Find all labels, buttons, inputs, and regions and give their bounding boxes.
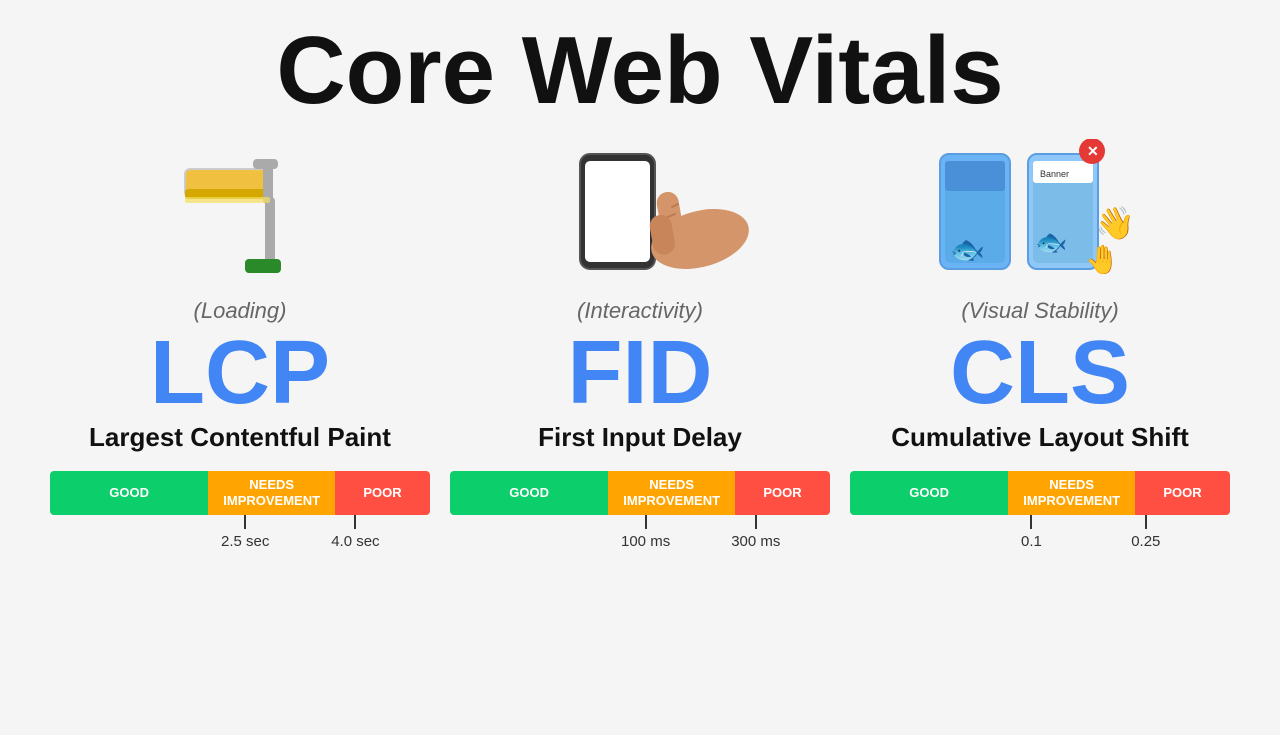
lcp-threshold1: 2.5 sec [221,533,269,550]
lcp-acronym: LCP [150,328,330,418]
cls-tick2: 0.25 [1131,515,1160,550]
lcp-card: (Loading) LCP Largest Contentful Paint G… [50,134,430,735]
lcp-tick1: 2.5 sec [221,515,269,550]
cls-card: 🐟 Banner 🐟 ✕ 👋 🤚 (Visual Stability) CLS … [850,134,1230,735]
svg-text:🤚: 🤚 [1085,243,1120,275]
svg-text:✕: ✕ [1087,143,1099,159]
fid-scale-bar: GOOD NEEDS IMPROVEMENT POOR [450,471,830,515]
cls-good: GOOD [850,471,1008,515]
cls-icon: 🐟 Banner 🐟 ✕ 👋 🤚 [930,134,1150,294]
cls-tick1-line [1030,515,1032,529]
fid-tick2: 300 ms [731,515,780,550]
cls-scale-bar: GOOD NEEDS IMPROVEMENT POOR [850,471,1230,515]
cls-markers: 0.1 0.25 [850,515,1230,555]
fid-good: GOOD [450,471,608,515]
cls-tick2-line [1145,515,1147,529]
fid-icon [500,134,780,294]
svg-text:👋: 👋 [1095,205,1135,242]
svg-text:🐟: 🐟 [1035,227,1067,257]
cls-name: Cumulative Layout Shift [891,422,1189,453]
fid-threshold2: 300 ms [731,533,780,550]
cls-tick1: 0.1 [1021,515,1042,550]
cls-acronym: CLS [950,328,1130,418]
lcp-scale: GOOD NEEDS IMPROVEMENT POOR 2.5 sec 4.0 … [50,471,430,555]
cls-threshold1: 0.1 [1021,533,1042,550]
lcp-tick2-line [354,515,356,529]
cls-scale: GOOD NEEDS IMPROVEMENT POOR 0.1 0.25 [850,471,1230,555]
lcp-tick2: 4.0 sec [331,515,379,550]
phone-tap-icon [500,139,780,289]
svg-text:Banner: Banner [1040,169,1069,179]
fid-category: (Interactivity) [577,298,703,324]
lcp-good: GOOD [50,471,208,515]
fid-acronym: FID [568,328,713,418]
lcp-markers: 2.5 sec 4.0 sec [50,515,430,555]
lcp-scale-bar: GOOD NEEDS IMPROVEMENT POOR [50,471,430,515]
fid-markers: 100 ms 300 ms [450,515,830,555]
layout-shift-icon: 🐟 Banner 🐟 ✕ 👋 🤚 [930,139,1150,289]
vitals-container: (Loading) LCP Largest Contentful Paint G… [0,134,1280,735]
cls-threshold2: 0.25 [1131,533,1160,550]
fid-tick1-line [645,515,647,529]
page-title: Core Web Vitals [276,18,1003,124]
cls-needs: NEEDS IMPROVEMENT [1008,471,1135,515]
fid-scale: GOOD NEEDS IMPROVEMENT POOR 100 ms 300 m… [450,471,830,555]
fid-name: First Input Delay [538,422,742,453]
fid-threshold1: 100 ms [621,533,670,550]
fid-card: (Interactivity) FID First Input Delay GO… [450,134,830,735]
lcp-icon [165,134,315,294]
cls-poor: POOR [1135,471,1230,515]
lcp-needs: NEEDS IMPROVEMENT [208,471,335,515]
lcp-category: (Loading) [194,298,287,324]
lcp-poor: POOR [335,471,430,515]
fid-tick2-line [755,515,757,529]
fid-poor: POOR [735,471,830,515]
lcp-threshold2: 4.0 sec [331,533,379,550]
fid-needs: NEEDS IMPROVEMENT [608,471,735,515]
paint-roller-icon [165,139,315,289]
fid-tick1: 100 ms [621,515,670,550]
svg-text:🐟: 🐟 [950,234,985,265]
lcp-name: Largest Contentful Paint [89,422,391,453]
cls-category: (Visual Stability) [961,298,1118,324]
lcp-tick1-line [244,515,246,529]
